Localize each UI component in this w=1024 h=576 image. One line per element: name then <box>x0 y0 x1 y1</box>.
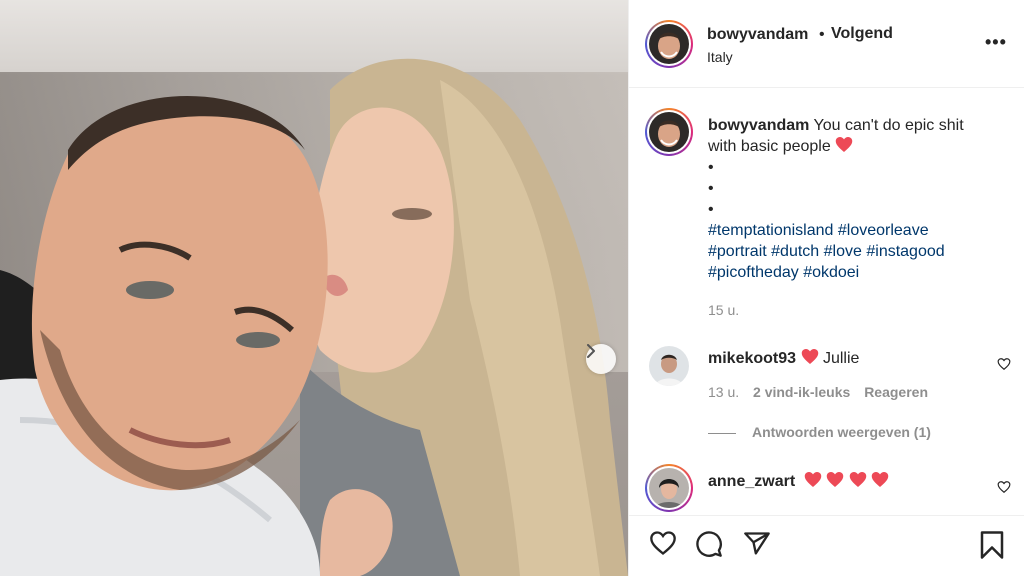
comment-text: anne_zwart <box>708 471 889 492</box>
comment-time[interactable]: 13 u. <box>708 384 739 400</box>
caption-time[interactable]: 15 u. <box>708 302 739 318</box>
comment-meta: 13 u. 2 vind-ik-leuks Reageren <box>708 384 928 400</box>
bookmark-icon[interactable] <box>979 530 1005 560</box>
heart-emojis <box>804 472 889 490</box>
hashtag-link[interactable]: #instagood <box>866 243 944 260</box>
hashtag-link[interactable]: #picoftheday <box>708 264 799 281</box>
hashtag-link[interactable]: #okdoei <box>803 264 859 281</box>
comment-like-icon[interactable] <box>997 357 1011 371</box>
comment-likes-link[interactable]: 2 vind-ik-leuks <box>753 384 850 400</box>
commenter-avatar[interactable] <box>645 342 693 390</box>
follow-status-button[interactable]: Volgend <box>831 25 893 43</box>
post-photo[interactable] <box>0 0 628 576</box>
view-replies-label: Antwoorden weergeven (1) <box>752 424 931 440</box>
heart-emoji-icon <box>871 472 889 487</box>
hashtag-link[interactable]: #love <box>824 243 862 260</box>
post-actions-bar <box>629 515 1024 576</box>
post-sidebar: bowyvandam • Volgend Italy ••• bowyvanda… <box>628 0 1024 576</box>
caption-line1: You can't do epic shit <box>813 117 964 134</box>
heart-emoji-icon <box>835 137 853 152</box>
caption-dot-2: • <box>708 180 714 197</box>
post-location[interactable]: Italy <box>707 49 733 65</box>
commenter-avatar[interactable] <box>645 464 693 512</box>
heart-emoji-icon <box>849 472 866 487</box>
comment-username[interactable]: mikekoot93 <box>708 350 796 367</box>
heart-emoji-icon <box>804 472 821 487</box>
share-icon[interactable] <box>743 530 771 558</box>
more-options-icon[interactable]: ••• <box>985 32 1007 53</box>
caption-dot-3: • <box>708 201 714 218</box>
caption-username[interactable]: bowyvandam <box>708 117 809 134</box>
author-avatar[interactable] <box>645 20 693 68</box>
comment-body: Jullie <box>822 350 860 367</box>
separator-dot: • <box>819 26 825 43</box>
hashtag-link[interactable]: #temptationisland <box>708 222 833 239</box>
like-icon[interactable] <box>649 530 677 556</box>
post-header: bowyvandam • Volgend Italy ••• <box>629 0 1024 88</box>
comment-like-icon[interactable] <box>997 480 1011 494</box>
photo-illustration <box>0 58 628 576</box>
next-arrow-icon <box>587 344 595 358</box>
reply-button[interactable]: Reageren <box>864 384 928 400</box>
heart-emoji-icon <box>801 349 818 364</box>
avatar-image <box>649 346 689 386</box>
comment-username[interactable]: anne_zwart <box>708 473 795 490</box>
comment-icon[interactable] <box>695 530 723 558</box>
hashtag-link[interactable]: #portrait <box>708 243 767 260</box>
avatar-image <box>649 24 689 64</box>
next-photo-button[interactable] <box>586 344 616 374</box>
caption-dot-1: • <box>708 159 714 176</box>
caption-text: bowyvandam You can't do epic shit with b… <box>708 115 964 283</box>
caption-author-avatar[interactable] <box>645 108 693 156</box>
divider-line <box>708 432 736 434</box>
heart-emoji-icon <box>826 472 844 487</box>
avatar-image <box>649 468 689 508</box>
author-username[interactable]: bowyvandam <box>707 26 808 44</box>
view-replies-button[interactable]: Antwoorden weergeven (1) <box>708 424 931 440</box>
caption-line2: with basic people <box>708 138 831 155</box>
avatar-image <box>649 112 689 152</box>
hashtag-link[interactable]: #loveorleave <box>838 222 929 239</box>
comment-text: mikekoot93 Jullie <box>708 348 859 369</box>
hashtag-link[interactable]: #dutch <box>771 243 819 260</box>
